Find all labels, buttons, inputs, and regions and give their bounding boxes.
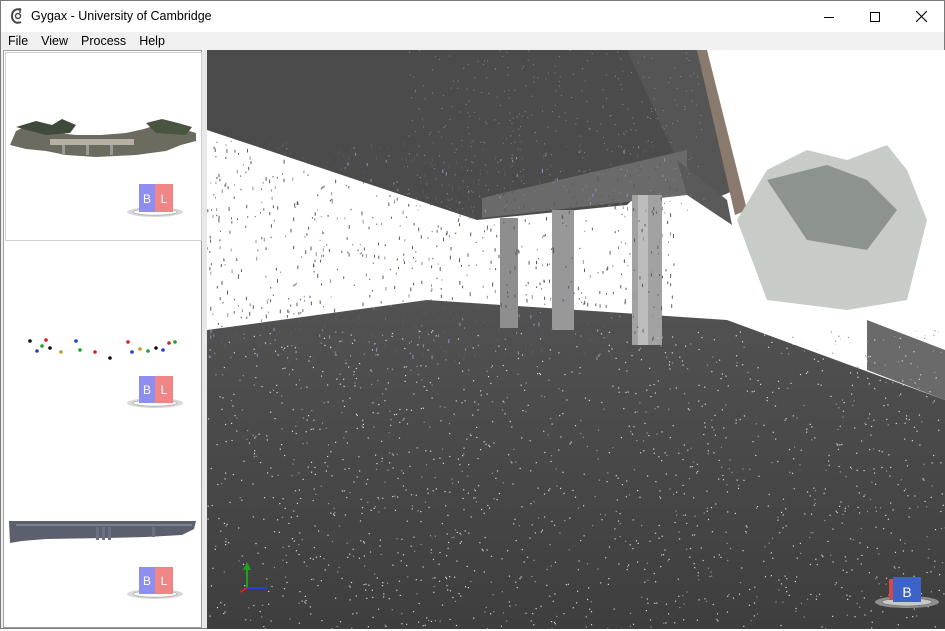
window-title: Gygax - University of Cambridge: [31, 9, 212, 23]
3d-viewport[interactable]: B: [207, 50, 945, 629]
svg-text:B: B: [143, 574, 151, 588]
thumbnail-point-cloud[interactable]: B L: [6, 53, 201, 240]
orientation-cube-icon: B L: [127, 184, 183, 217]
svg-text:B: B: [143, 383, 151, 397]
maximize-button[interactable]: [852, 1, 898, 32]
thumbnail-control-points[interactable]: B L: [6, 244, 201, 434]
app-window: Gygax - University of Cambridge File Vie…: [0, 0, 945, 629]
thumbnail-bridge-model[interactable]: B L: [6, 437, 201, 626]
point-cloud-scene: B: [207, 50, 945, 629]
title-bar[interactable]: Gygax - University of Cambridge: [1, 1, 944, 32]
maximize-icon: [870, 12, 880, 22]
menu-bar: File View Process Help: [1, 32, 944, 50]
svg-text:B: B: [902, 584, 911, 600]
bridge-model-preview: B L: [6, 437, 201, 626]
svg-text:L: L: [161, 383, 168, 397]
close-button[interactable]: [898, 1, 944, 32]
svg-text:L: L: [161, 574, 168, 588]
menu-file[interactable]: File: [1, 32, 34, 50]
menu-help[interactable]: Help: [132, 32, 171, 50]
bridge-column: [500, 218, 518, 328]
orientation-cube-icon: B L: [127, 567, 183, 599]
svg-text:L: L: [161, 192, 168, 206]
control-points-preview: B L: [6, 244, 201, 434]
close-icon: [916, 11, 927, 22]
menu-view[interactable]: View: [34, 32, 74, 50]
orientation-cube-icon: B L: [127, 376, 183, 408]
bridge-column: [552, 210, 574, 330]
minimize-icon: [824, 12, 834, 22]
svg-text:B: B: [143, 192, 151, 206]
point-cloud-preview: B L: [6, 53, 201, 240]
minimize-button[interactable]: [806, 1, 852, 32]
app-logo-icon: [9, 7, 25, 25]
view-thumbnail-panel: B L: [3, 50, 202, 628]
menu-process[interactable]: Process: [74, 32, 132, 50]
